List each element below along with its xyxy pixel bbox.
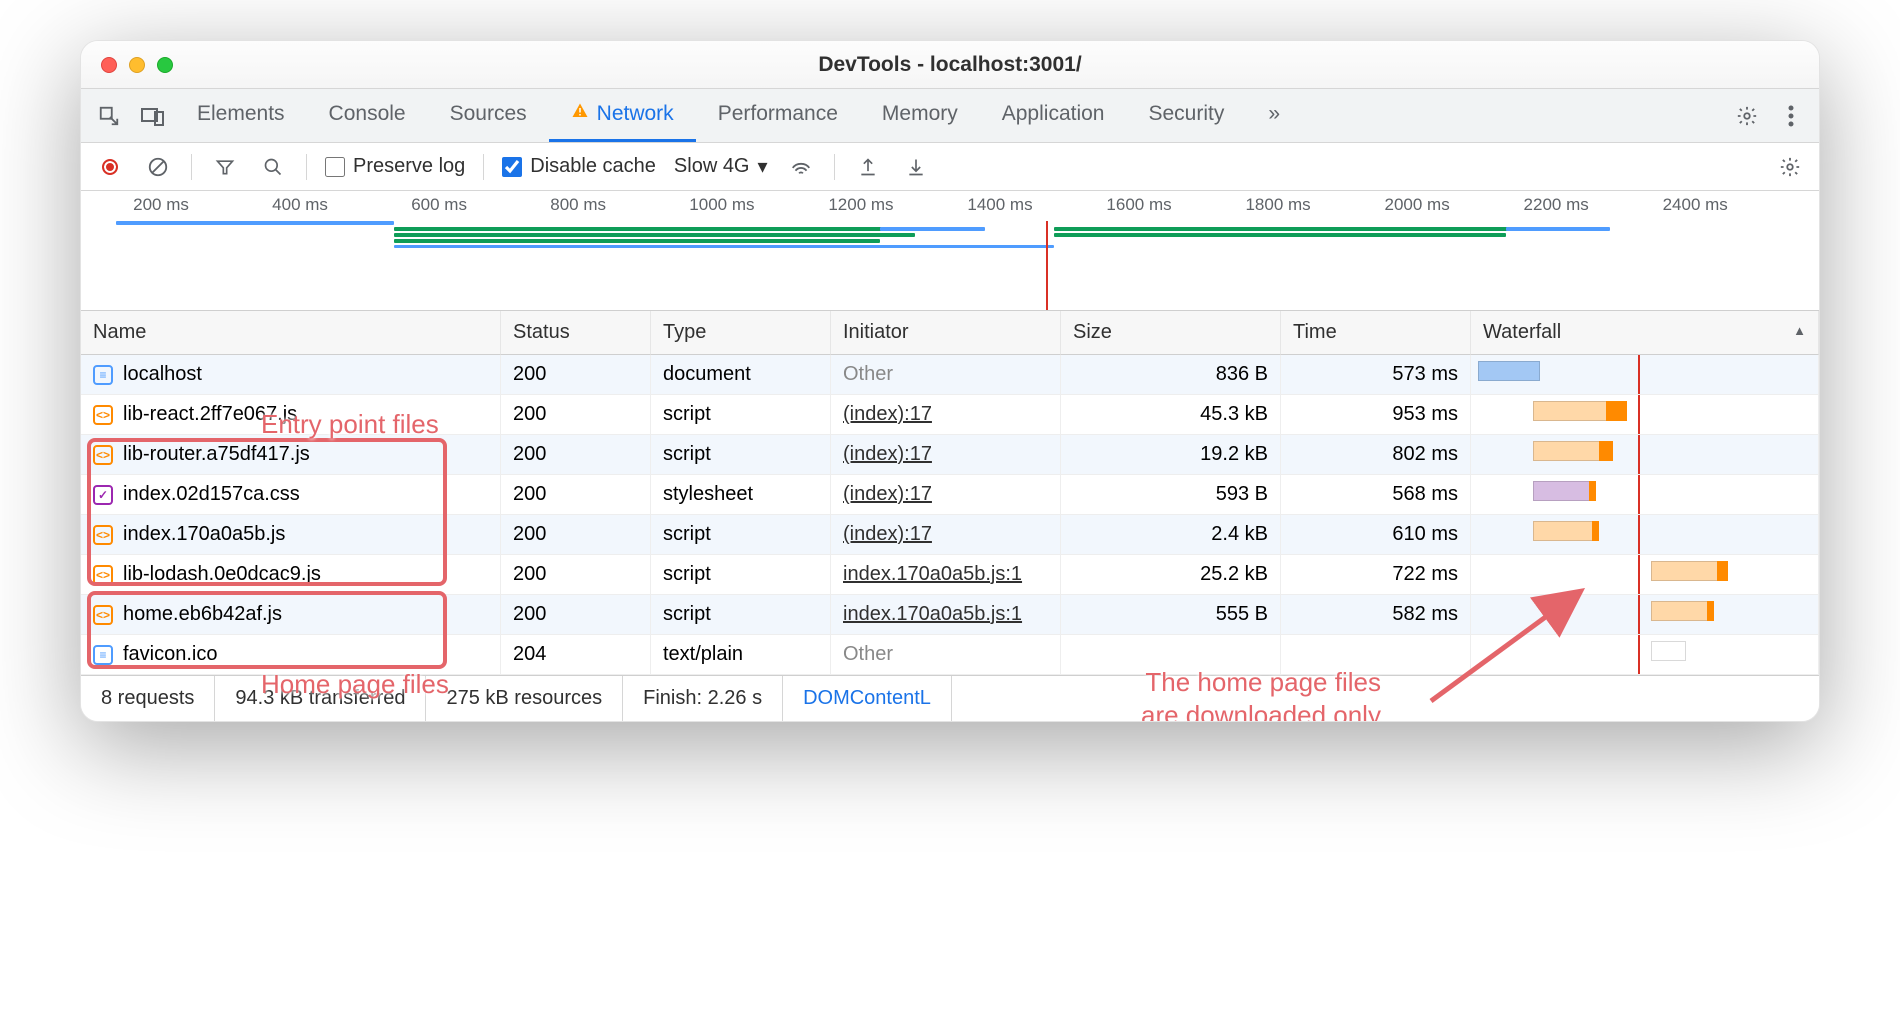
initiator-link: Other bbox=[843, 643, 893, 665]
window-title: DevTools - localhost:3001/ bbox=[81, 53, 1819, 77]
tab-console[interactable]: Console bbox=[307, 89, 428, 142]
timeline-tick: 1200 ms bbox=[828, 195, 893, 215]
search-icon[interactable] bbox=[258, 157, 288, 177]
tab-network-label: Network bbox=[597, 102, 674, 126]
devtools-window: DevTools - localhost:3001/ Elements Cons… bbox=[80, 40, 1820, 722]
clear-button[interactable] bbox=[143, 156, 173, 178]
script-icon: <> bbox=[93, 525, 113, 545]
col-time[interactable]: Time bbox=[1281, 311, 1471, 355]
stylesheet-icon: ✓ bbox=[93, 485, 113, 505]
col-type[interactable]: Type bbox=[651, 311, 831, 355]
annotation-arrow bbox=[1411, 581, 1611, 721]
network-settings-gear-icon[interactable] bbox=[1775, 156, 1805, 178]
col-status[interactable]: Status bbox=[501, 311, 651, 355]
timeline-tick: 400 ms bbox=[272, 195, 328, 215]
network-conditions-icon[interactable] bbox=[786, 158, 816, 176]
timeline-tick: 1600 ms bbox=[1106, 195, 1171, 215]
disable-cache-checkbox[interactable]: Disable cache bbox=[502, 155, 656, 178]
export-har-icon[interactable] bbox=[853, 157, 883, 177]
timeline-tick: 800 ms bbox=[550, 195, 606, 215]
initiator-link[interactable]: index.170a0a5b.js:1 bbox=[843, 563, 1022, 585]
settings-gear-icon[interactable] bbox=[1725, 105, 1769, 127]
initiator-link[interactable]: (index):17 bbox=[843, 443, 932, 465]
status-transferred: 94.3 kB transferred bbox=[215, 676, 426, 721]
status-resources: 275 kB resources bbox=[426, 676, 623, 721]
waterfall-cell bbox=[1471, 355, 1819, 395]
panel-tabs: Elements Console Sources Network Perform… bbox=[81, 89, 1819, 143]
status-finish: Finish: 2.26 s bbox=[623, 676, 783, 721]
tab-elements[interactable]: Elements bbox=[175, 89, 307, 142]
status-domcontent: DOMContentL bbox=[783, 676, 952, 721]
timeline-tick: 1800 ms bbox=[1245, 195, 1310, 215]
col-initiator[interactable]: Initiator bbox=[831, 311, 1061, 355]
initiator-link[interactable]: (index):17 bbox=[843, 523, 932, 545]
waterfall-cell bbox=[1471, 435, 1819, 475]
filter-icon[interactable] bbox=[210, 157, 240, 177]
preserve-log-label: Preserve log bbox=[353, 155, 465, 178]
waterfall-cell bbox=[1471, 515, 1819, 555]
network-toolbar: Preserve log Disable cache Slow 4G ▾ bbox=[81, 143, 1819, 191]
timeline-graph bbox=[81, 221, 1819, 310]
kebab-menu-icon[interactable] bbox=[1769, 105, 1813, 127]
tab-memory[interactable]: Memory bbox=[860, 89, 980, 142]
request-name: favicon.ico bbox=[123, 643, 218, 666]
timeline-tick: 200 ms bbox=[133, 195, 189, 215]
tab-application[interactable]: Application bbox=[980, 89, 1127, 142]
timeline-tick: 2200 ms bbox=[1524, 195, 1589, 215]
tab-sources[interactable]: Sources bbox=[428, 89, 549, 142]
col-size[interactable]: Size bbox=[1061, 311, 1281, 355]
col-waterfall[interactable]: Waterfall bbox=[1471, 311, 1819, 355]
timeline-tick: 2400 ms bbox=[1663, 195, 1728, 215]
request-name: lib-router.a75df417.js bbox=[123, 443, 310, 466]
document-icon: ≡ bbox=[93, 365, 113, 385]
initiator-link[interactable]: index.170a0a5b.js:1 bbox=[843, 603, 1022, 625]
throttling-dropdown[interactable]: Slow 4G ▾ bbox=[674, 154, 768, 179]
tab-network[interactable]: Network bbox=[549, 89, 696, 142]
initiator-link[interactable]: (index):17 bbox=[843, 483, 932, 505]
request-name: lib-react.2ff7e067.js bbox=[123, 403, 297, 426]
chevron-down-icon: ▾ bbox=[758, 154, 768, 179]
request-name: index.02d157ca.css bbox=[123, 483, 300, 506]
tab-performance[interactable]: Performance bbox=[696, 89, 860, 142]
timeline-tick: 600 ms bbox=[411, 195, 467, 215]
request-name: lib-lodash.0e0dcac9.js bbox=[123, 563, 321, 586]
titlebar: DevTools - localhost:3001/ bbox=[81, 41, 1819, 89]
warning-icon bbox=[571, 102, 589, 126]
inspect-element-icon[interactable] bbox=[87, 89, 131, 142]
import-har-icon[interactable] bbox=[901, 157, 931, 177]
request-name: localhost bbox=[123, 363, 202, 386]
script-icon: <> bbox=[93, 445, 113, 465]
initiator-link: Other bbox=[843, 363, 893, 385]
record-button[interactable] bbox=[95, 159, 125, 175]
col-name[interactable]: Name bbox=[81, 311, 501, 355]
preserve-log-checkbox[interactable]: Preserve log bbox=[325, 155, 465, 178]
timeline-tick: 2000 ms bbox=[1385, 195, 1450, 215]
request-name: home.eb6b42af.js bbox=[123, 603, 282, 626]
timeline-tick: 1400 ms bbox=[967, 195, 1032, 215]
timeline-tick: 1000 ms bbox=[689, 195, 754, 215]
script-icon: <> bbox=[93, 405, 113, 425]
disable-cache-label: Disable cache bbox=[530, 155, 656, 178]
tabs-overflow[interactable]: » bbox=[1246, 89, 1302, 142]
device-toolbar-icon[interactable] bbox=[131, 89, 175, 142]
tab-security[interactable]: Security bbox=[1126, 89, 1246, 142]
script-icon: <> bbox=[93, 605, 113, 625]
throttling-value: Slow 4G bbox=[674, 155, 750, 178]
script-icon: <> bbox=[93, 565, 113, 585]
timeline-ticks: 200 ms 400 ms 600 ms 800 ms 1000 ms 1200 ms 14… bbox=[81, 191, 1819, 219]
waterfall-cell bbox=[1471, 395, 1819, 435]
status-requests: 8 requests bbox=[81, 676, 215, 721]
waterfall-cell bbox=[1471, 475, 1819, 515]
timeline-overview[interactable]: 200 ms 400 ms 600 ms 800 ms 1000 ms 1200 ms 14… bbox=[81, 191, 1819, 311]
document-icon: ≡ bbox=[93, 645, 113, 665]
initiator-link[interactable]: (index):17 bbox=[843, 403, 932, 425]
request-name: index.170a0a5b.js bbox=[123, 523, 285, 546]
